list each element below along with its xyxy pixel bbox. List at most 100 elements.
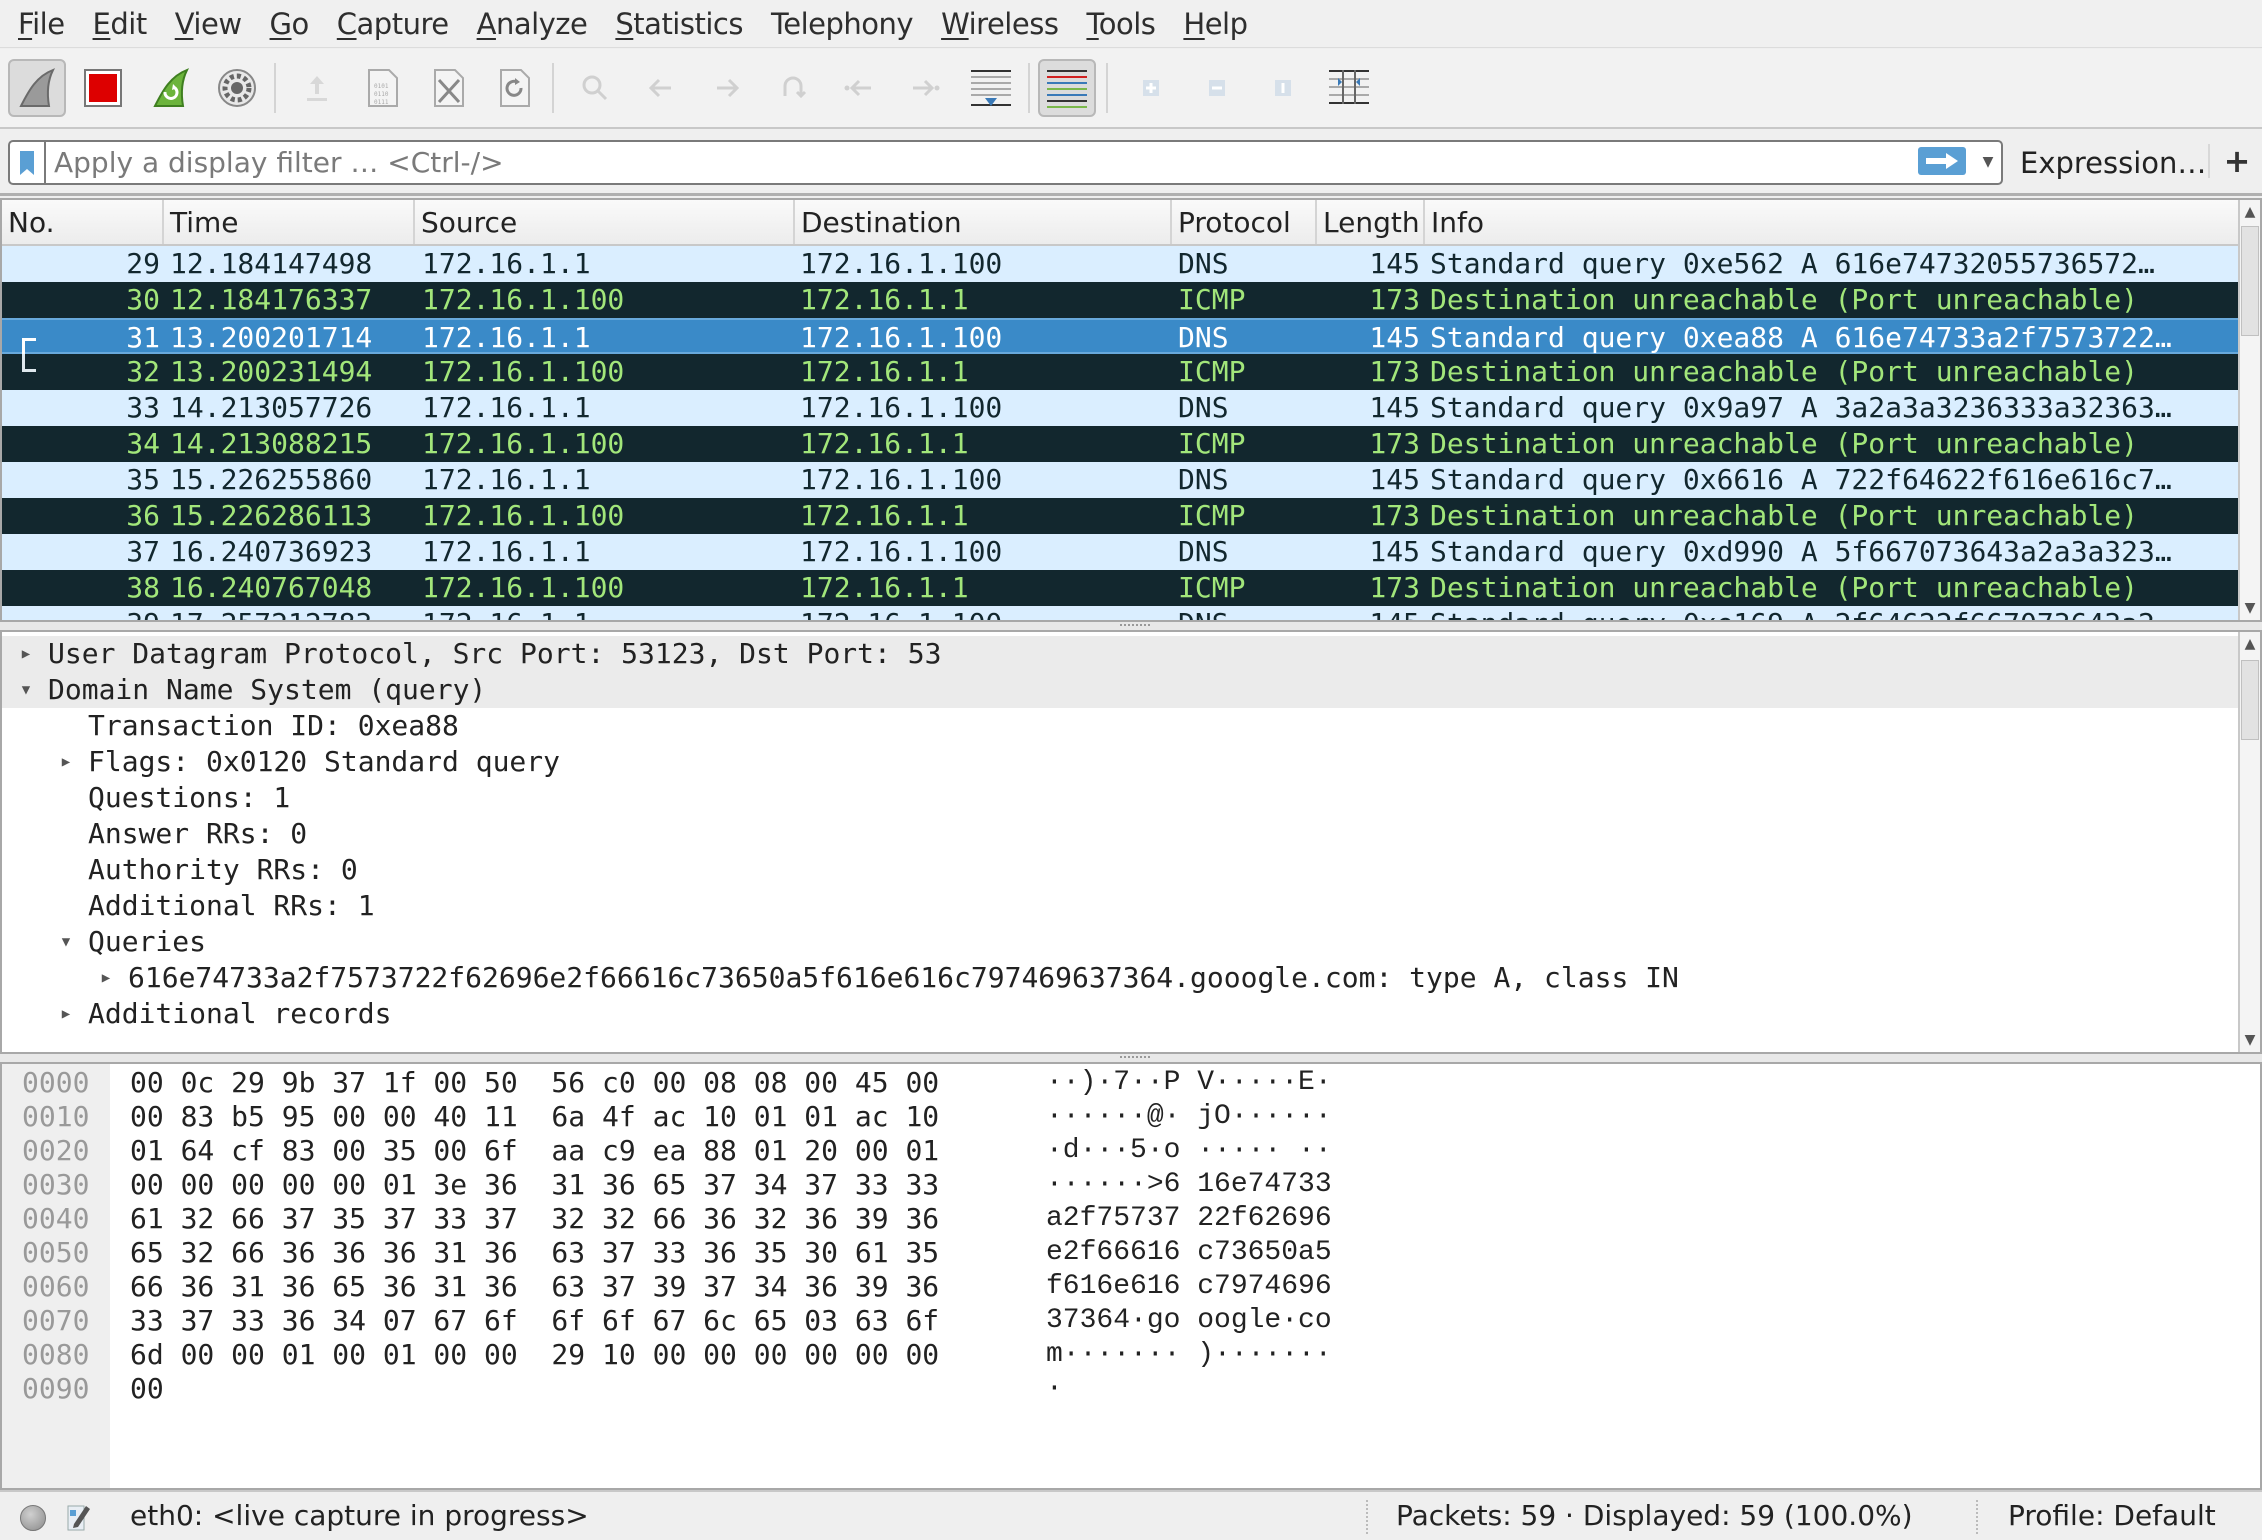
packet-row[interactable]: 30 12.184176337 172.16.1.100 172.16.1.1 ICMP… [2,282,2242,318]
pane-splitter[interactable] [0,1054,2262,1062]
save-file-button[interactable]: 0101 0110 0111 [354,59,412,117]
go-back-button[interactable] [632,59,690,117]
column-header-no[interactable]: No. [2,200,164,244]
go-forward-button[interactable] [698,59,756,117]
hex-ascii[interactable]: ······>6 16e74733 [1046,1168,1332,1202]
scrollbar-thumb[interactable] [2241,226,2259,336]
packet-row[interactable]: 35 15.226255860 172.16.1.1 172.16.1.100 DNS 1… [2,462,2242,498]
hex-bytes[interactable]: 33 37 33 36 34 07 67 6f 6f 6f 67 6c 65 0… [130,1304,939,1338]
filter-bookmark-button[interactable] [10,142,46,183]
detail-tree-item[interactable]: Answer RRs: 0 [2,816,2240,852]
detail-tree-item[interactable]: Transaction ID: 0xea88 [2,708,2240,744]
menu-wireless[interactable]: Wireless [941,7,1059,41]
hex-bytes[interactable]: 00 83 b5 95 00 00 40 11 6a 4f ac 10 01 0… [130,1100,939,1134]
hex-ascii[interactable]: ······@· jO······ [1046,1100,1332,1134]
hex-bytes[interactable]: 01 64 cf 83 00 35 00 6f aa c9 ea 88 01 2… [130,1134,939,1168]
detail-tree-item[interactable]: Authority RRs: 0 [2,852,2240,888]
packet-row[interactable]: 37 16.240736923 172.16.1.1 172.16.1.100 DNS 1… [2,534,2242,570]
column-header-length[interactable]: Length [1317,200,1425,244]
details-scrollbar[interactable]: ▲ ▼ [2238,632,2260,1052]
start-capture-button[interactable] [8,59,66,117]
filter-history-dropdown[interactable]: ▼ [1978,146,1998,178]
hex-ascii[interactable]: f616e616 c7974696 [1046,1270,1332,1304]
menu-file[interactable]: File [18,7,65,41]
hex-ascii[interactable]: m······· )······· [1046,1338,1332,1372]
hex-bytes[interactable]: 6d 00 00 01 00 01 00 00 29 10 00 00 00 0… [130,1338,939,1372]
hex-bytes[interactable]: 00 00 00 00 00 01 3e 36 31 36 65 37 34 3… [130,1168,939,1202]
collapsed-arrow-icon[interactable]: ▶ [56,744,76,780]
detail-tree-item[interactable]: Additional RRs: 1 [2,888,2240,924]
scroll-down-icon[interactable]: ▼ [2240,1028,2260,1052]
packet-list-scrollbar[interactable]: ▲ ▼ [2238,200,2260,620]
packet-row[interactable]: 39 17.257212783 172.16.1.1 172.16.1.100 DNS1… [2,606,2242,620]
menu-help[interactable]: Help [1183,7,1248,41]
go-to-packet-button[interactable] [764,59,822,117]
packet-row[interactable]: 29 12.184147498 172.16.1.1 172.16.1.100 DNS 1… [2,246,2242,282]
expert-info-indicator-icon[interactable] [20,1505,46,1531]
profile-selector[interactable]: Profile: Default [2008,1492,2216,1540]
close-file-button[interactable] [420,59,478,117]
hex-bytes[interactable]: 00 0c 29 9b 37 1f 00 50 56 c0 00 08 08 0… [130,1066,939,1100]
menu-view[interactable]: View [175,7,242,41]
detail-tree-item[interactable]: Questions: 1 [2,780,2240,816]
stop-capture-button[interactable] [74,59,132,117]
zoom-in-button[interactable] [1122,59,1180,117]
detail-tree-item[interactable]: ▼ Domain Name System (query) [2,672,2240,708]
reload-file-button[interactable] [486,59,544,117]
capture-options-button[interactable] [208,59,266,117]
packet-row[interactable]: 38 16.240767048 172.16.1.100 172.16.1.1 ICMP… [2,570,2242,606]
menu-go[interactable]: Go [270,7,310,41]
resize-columns-button[interactable] [1320,59,1378,117]
menu-capture[interactable]: Capture [337,7,449,41]
hex-bytes[interactable]: 00 [130,1372,164,1406]
expanded-arrow-icon[interactable]: ▼ [56,924,76,960]
detail-tree-item[interactable]: ▶ Additional records [2,996,2240,1032]
hex-ascii[interactable]: a2f75737 22f62696 [1046,1202,1332,1236]
zoom-out-button[interactable] [1188,59,1246,117]
open-file-button[interactable] [288,59,346,117]
colorize-button[interactable] [1038,59,1096,117]
collapsed-arrow-icon[interactable]: ▶ [16,636,36,672]
scroll-up-icon[interactable]: ▲ [2240,200,2260,224]
autoscroll-button[interactable] [962,59,1020,117]
column-header-time[interactable]: Time [164,200,415,244]
detail-tree-item[interactable]: ▶ User Datagram Protocol, Src Port: 53123… [2,636,2240,672]
apply-filter-button[interactable] [1918,147,1966,175]
packet-row[interactable]: 31 13.200201714 172.16.1.1 172.16.1.100 DNS 1… [2,318,2242,356]
last-packet-button[interactable] [896,59,954,117]
detail-tree-item[interactable]: ▼ Queries [2,924,2240,960]
normal-size-button[interactable] [1254,59,1312,117]
capture-comment-button[interactable] [66,1502,92,1532]
column-header-protocol[interactable]: Protocol [1172,200,1317,244]
expression-button[interactable]: Expression… [2020,142,2206,184]
collapsed-arrow-icon[interactable]: ▶ [56,996,76,1032]
hex-ascii[interactable]: ··)·7··P V·····E· [1046,1066,1332,1100]
first-packet-button[interactable] [830,59,888,117]
scroll-up-icon[interactable]: ▲ [2240,632,2260,656]
hex-ascii[interactable]: ·d···5·o ····· ·· [1046,1134,1332,1168]
hex-bytes[interactable]: 65 32 66 36 36 36 31 36 63 37 33 36 35 3… [130,1236,939,1270]
packet-row[interactable]: 33 14.213057726 172.16.1.1 172.16.1.100 DNS 1… [2,390,2242,426]
packet-row[interactable]: 36 15.226286113 172.16.1.100 172.16.1.1 ICMP… [2,498,2242,534]
detail-tree-item[interactable]: ▶ 616e74733a2f7573722f62696e2f66616c73650… [2,960,2240,996]
menu-tools[interactable]: Tools [1086,7,1155,41]
column-header-destination[interactable]: Destination [795,200,1172,244]
find-packet-button[interactable] [566,59,624,117]
packet-row[interactable]: 32 13.200231494 172.16.1.100 172.16.1.1 ICMP… [2,354,2242,390]
menu-analyze[interactable]: Analyze [477,7,588,41]
menu-telephony[interactable]: Telephony [771,7,914,41]
expanded-arrow-icon[interactable]: ▼ [16,672,36,708]
scrollbar-thumb[interactable] [2241,660,2259,740]
collapsed-arrow-icon[interactable]: ▶ [96,960,116,996]
detail-tree-item[interactable]: ▶ Flags: 0x0120 Standard query [2,744,2240,780]
restart-capture-button[interactable] [142,59,200,117]
packet-row[interactable]: 34 14.213088215 172.16.1.100 172.16.1.1 ICMP… [2,426,2242,462]
column-header-source[interactable]: Source [415,200,795,244]
menu-edit[interactable]: Edit [93,7,148,41]
hex-ascii[interactable]: 37364·go oogle·co [1046,1304,1332,1338]
hex-ascii[interactable]: · [1046,1372,1063,1406]
add-filter-button[interactable]: + [2222,140,2252,182]
display-filter-input[interactable] [54,142,1914,183]
hex-bytes[interactable]: 61 32 66 37 35 37 33 37 32 32 66 36 32 3… [130,1202,939,1236]
pane-splitter[interactable] [0,622,2262,630]
